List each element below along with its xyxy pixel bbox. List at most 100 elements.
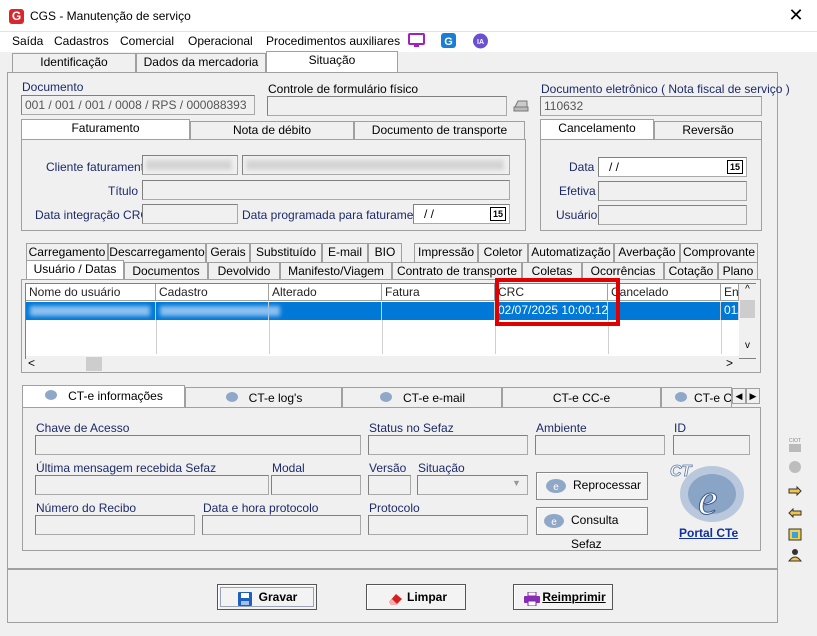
app-logo-icon: G <box>9 9 24 24</box>
tab-usuario-datas[interactable]: Usuário / Datas <box>26 260 124 281</box>
tab-faturamento[interactable]: Faturamento <box>21 119 190 140</box>
gravar-button[interactable]: Gravar <box>217 584 317 610</box>
tab-dados-mercadoria[interactable]: Dados da mercadoria <box>136 53 266 72</box>
monitor-icon[interactable] <box>408 33 425 49</box>
circle-icon[interactable] <box>788 460 802 474</box>
cell-fatura[interactable] <box>382 302 495 320</box>
scroll-left-icon[interactable]: < <box>28 356 42 372</box>
cte-logo[interactable]: CT e <box>664 456 754 526</box>
cell-alterado[interactable] <box>269 302 382 320</box>
reprocessar-button[interactable]: e Reprocessar <box>536 472 648 500</box>
tab-coletor[interactable]: Coletor <box>478 243 528 262</box>
ia-icon[interactable]: IA <box>472 33 489 49</box>
tab-impressao[interactable]: Impressão <box>414 243 478 262</box>
menu-saida[interactable]: Saída <box>12 34 43 48</box>
menu-cadastros[interactable]: Cadastros <box>54 34 109 48</box>
tab-reversao[interactable]: Reversão <box>654 121 762 140</box>
tab-cte-informacoes[interactable]: CT-e informações <box>22 385 185 408</box>
ultima-mensagem-field[interactable] <box>35 475 269 495</box>
tab-cte-logs[interactable]: CT-e log's <box>185 387 342 408</box>
cte-tab-icon <box>44 387 58 400</box>
reimprimir-button[interactable]: Reimprimir <box>513 584 613 610</box>
documento-field[interactable]: 001 / 001 / 001 / 0008 / RPS / 000088393 <box>21 95 255 115</box>
tab-cte-email[interactable]: CT-e e-mail <box>342 387 502 408</box>
modal-label: Modal <box>272 461 305 475</box>
g-logo-icon[interactable]: G <box>440 33 457 49</box>
doc-eletronico-field[interactable]: 110632 <box>540 96 762 116</box>
hand-point-2-icon[interactable] <box>788 506 802 520</box>
tab-comprovante[interactable]: Comprovante <box>680 243 758 262</box>
horizontal-scroll-thumb[interactable] <box>86 357 102 371</box>
cell-cancelado[interactable] <box>608 302 721 320</box>
tab-cte-logs-label: CT-e log's <box>248 391 303 405</box>
efetiva-field[interactable] <box>598 181 747 201</box>
col-ent[interactable]: Ent <box>721 284 739 301</box>
menu-comercial[interactable]: Comercial <box>120 34 174 48</box>
ultima-mensagem-label: Última mensagem recebida Sefaz <box>36 461 217 475</box>
scroll-down-icon[interactable]: v <box>739 340 756 354</box>
cancel-usuario-field[interactable] <box>598 205 747 225</box>
window-title: CGS - Manutenção de serviço <box>30 9 191 23</box>
col-fatura[interactable]: Fatura <box>382 284 495 301</box>
chevron-down-icon[interactable]: ▼ <box>512 478 524 492</box>
cell-ent[interactable]: 01/ <box>721 302 739 320</box>
cte-tab-icon <box>225 389 239 402</box>
col-cancelado[interactable]: Cancelado <box>608 284 721 301</box>
scroll-up-icon[interactable]: ^ <box>739 284 756 298</box>
menu-procedimentos-auxiliares[interactable]: Procedimentos auxiliares <box>266 34 400 48</box>
calendar-icon[interactable]: 15 <box>490 207 506 221</box>
tab-nota-debito[interactable]: Nota de débito <box>190 121 354 140</box>
col-cadastro[interactable]: Cadastro <box>156 284 269 301</box>
consulta-sefaz-button[interactable]: e Consulta Sefaz <box>536 507 648 551</box>
chave-acesso-field[interactable] <box>35 435 361 455</box>
data-protocolo-field[interactable] <box>202 515 361 535</box>
titulo-field[interactable] <box>142 180 510 200</box>
tab-cancelamento[interactable]: Cancelamento <box>540 119 654 140</box>
id-field[interactable] <box>673 435 750 455</box>
tab-scroll-right-icon[interactable]: ▶ <box>746 388 760 404</box>
protocolo-field[interactable] <box>368 515 528 535</box>
tab-cte-co[interactable]: CT-e Co <box>661 387 732 408</box>
button-focus-border <box>220 587 314 607</box>
menu-operacional[interactable]: Operacional <box>188 34 253 48</box>
tab-cte-cce[interactable]: CT-e CC-e <box>502 387 661 408</box>
controle-field[interactable] <box>267 96 507 116</box>
status-sefaz-field[interactable] <box>368 435 528 455</box>
col-alterado[interactable]: Alterado <box>269 284 382 301</box>
cancel-data-field[interactable]: / / <box>598 157 747 177</box>
hand-point-icon[interactable] <box>788 484 802 498</box>
tab-gerais[interactable]: Gerais <box>206 243 250 262</box>
modal-field[interactable] <box>271 475 361 495</box>
scroll-right-icon[interactable]: > <box>726 356 740 372</box>
floppy-disk-icon <box>238 590 252 606</box>
tab-automatizacao[interactable]: Automatização <box>528 243 614 262</box>
vertical-scroll-thumb[interactable] <box>740 300 755 318</box>
versao-field[interactable] <box>368 475 411 495</box>
ciot-icon[interactable]: CIOT <box>788 436 802 454</box>
calendar-person-icon[interactable] <box>788 527 802 541</box>
tab-identificacao[interactable]: Identificação <box>12 53 136 72</box>
numero-recibo-field[interactable] <box>35 515 195 535</box>
situacao-label: Situação <box>418 461 465 475</box>
tab-averbacao[interactable]: Averbação <box>614 243 680 262</box>
tab-situacao[interactable]: Situação <box>266 51 398 73</box>
close-icon[interactable]: ✕ <box>786 5 806 25</box>
limpar-button[interactable]: Limpar <box>366 584 466 610</box>
col-nome-usuario[interactable]: Nome do usuário <box>26 284 156 301</box>
cte-tab-icon <box>674 389 688 402</box>
tab-bio[interactable]: BIO <box>368 243 402 262</box>
cte-icon: e <box>545 478 567 494</box>
tab-documento-transporte[interactable]: Documento de transporte <box>354 121 525 140</box>
person-icon[interactable] <box>787 548 803 562</box>
tab-email[interactable]: E-mail <box>322 243 368 262</box>
cancel-calendar-icon[interactable]: 15 <box>727 160 743 174</box>
printer-icon[interactable] <box>512 98 530 112</box>
ambiente-field[interactable] <box>535 435 665 455</box>
horizontal-scrollbar[interactable] <box>26 356 739 372</box>
data-integracao-field[interactable] <box>142 204 238 224</box>
tab-cte-email-label: CT-e e-mail <box>402 391 465 405</box>
tab-scroll-left-icon[interactable]: ◀ <box>732 388 746 404</box>
grid-line <box>721 320 722 354</box>
portal-cte-link[interactable]: Portal CTe <box>679 526 738 540</box>
tab-substituido[interactable]: Substituído <box>250 243 322 262</box>
